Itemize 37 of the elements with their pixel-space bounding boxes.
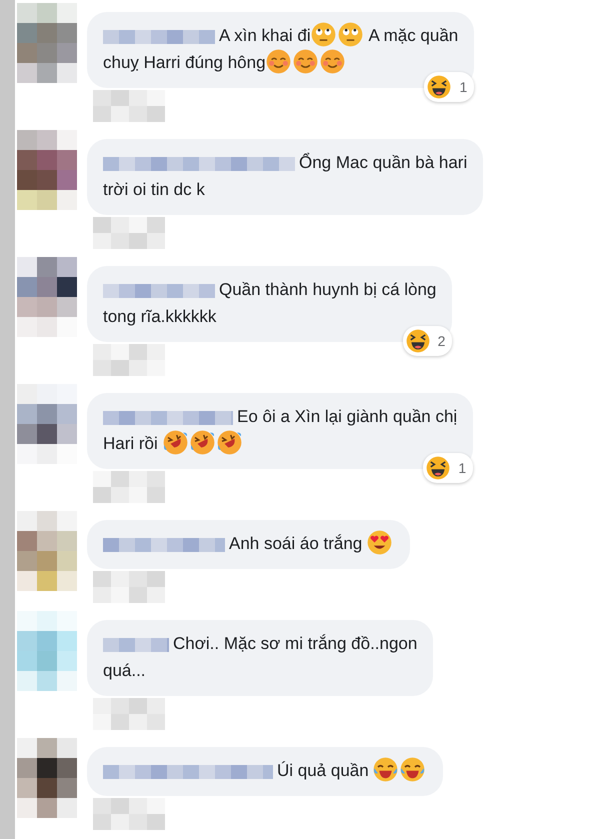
comment-text: A xìn khai đi xyxy=(219,26,311,45)
laughing-tears-emoji-icon xyxy=(162,430,188,455)
comment-text: Anh soái áo trắng xyxy=(229,534,364,553)
comment-text: quá... xyxy=(103,661,146,680)
pixelated-timestamp-drawing xyxy=(93,344,165,376)
comment-text: Quần thành huynh bị cá lòng xyxy=(219,280,436,299)
eye-roll-emoji-icon xyxy=(338,22,363,47)
tears-of-joy-emoji-icon xyxy=(400,757,426,782)
comment-text: Chơi.. Mặc sơ mi trắng đồ..ngon xyxy=(173,634,418,653)
reaction-badge[interactable]: 1 xyxy=(423,453,474,483)
eye-roll-emoji-icon xyxy=(310,22,336,47)
pixelated-timestamp-drawing xyxy=(93,90,165,122)
laughing-tears-emoji-icon xyxy=(216,430,242,455)
comment-text: tong rĩa.kkkkkk xyxy=(103,307,216,326)
pixelated-timestamp-drawing xyxy=(93,798,165,830)
comment-text: chuỵ Harri đúng hông xyxy=(103,53,266,72)
comment-text: Ổng Mac quần bà hari xyxy=(299,153,468,172)
comment-text: Hari rồi xyxy=(103,434,159,453)
smiling-emoji-icon xyxy=(320,49,345,74)
pixelated-timestamp-drawing xyxy=(93,217,165,249)
comment-text: A mặc quần xyxy=(367,26,458,45)
laughing-tears-emoji-icon xyxy=(190,430,215,455)
laughing-emoji-icon xyxy=(427,75,452,99)
comment-text: trời oi tin dc k xyxy=(103,180,205,199)
laughing-emoji-icon xyxy=(406,329,430,353)
pixelated-timestamp-drawing xyxy=(93,471,165,503)
comment-text: Eo ôi a Xìn lại giành quần chị xyxy=(237,407,458,426)
heart-eyes-emoji-icon xyxy=(366,530,392,555)
pixelated-timestamp-drawing xyxy=(93,571,165,603)
tears-of-joy-emoji-icon xyxy=(373,757,398,782)
smiling-emoji-icon xyxy=(292,49,318,74)
pixelated-timestamp-drawing xyxy=(93,698,165,730)
smiling-emoji-icon xyxy=(266,49,291,74)
comment-text: Úi quả quần xyxy=(277,761,370,780)
reaction-badge[interactable]: 2 xyxy=(402,326,452,356)
laughing-emoji-icon xyxy=(426,456,450,480)
reaction-badge[interactable]: 1 xyxy=(424,72,474,102)
